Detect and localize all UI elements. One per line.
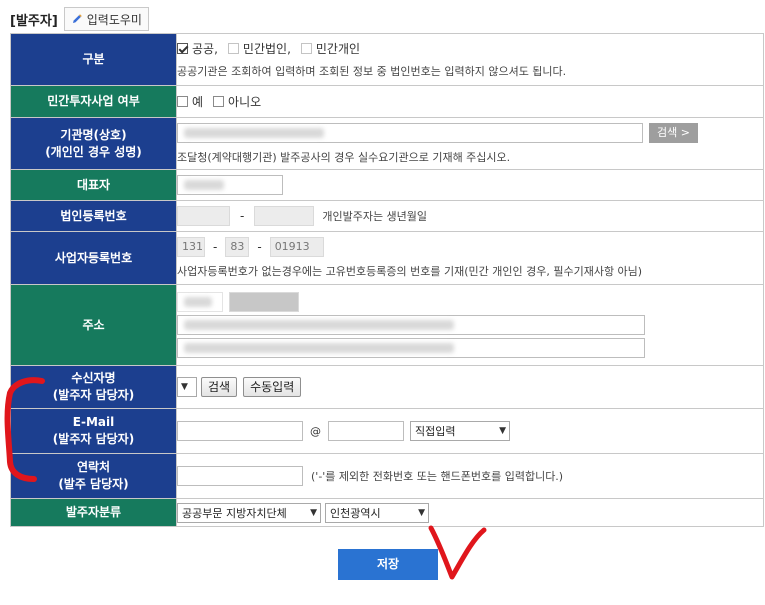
classification-select-2[interactable]: 인천광역시 ▼ (325, 502, 429, 523)
red-checkmark (428, 525, 487, 580)
org-name-note: 조달청(계약대행기관) 발주공사의 경우 실수요기관으로 기재해 주십시오. (177, 150, 511, 164)
section-header: [발주자] 입력도우미 (10, 7, 149, 31)
row-biz-reg-no: 사업자등록번호 131 - 83 - 01913 사업자등록번호가 없는경우에는… (10, 231, 764, 285)
label-contact-line1: 연락처 (76, 460, 111, 474)
chevron-down-icon: ▼ (181, 382, 188, 392)
label-contact: 연락처 (발주 담당자) (10, 453, 177, 499)
row-classification: 발주자분류 공공부문 지방자치단체 ▼ 인천광역시 ▼ (10, 498, 764, 527)
checkbox-public[interactable] (177, 43, 188, 54)
label-org-name-line1: 기관명(상호) (60, 127, 127, 142)
checkbox-private-corp[interactable] (227, 43, 239, 54)
chevron-down-icon: ▼ (310, 507, 317, 518)
row-recipient: 수신자명 (발주자 담당자) ▼ 검색 수동입력 (10, 365, 764, 409)
option-yes-label: 예 (192, 95, 204, 109)
client-form: 구분 공공, 민간법인, 민간개인 공공기관은 조회하여 입력하며 조회된 정보… (10, 33, 764, 527)
row-email: E-Mail (발주자 담당자) @ 직접입력 ▼ (10, 408, 764, 454)
label-recipient: 수신자명 (발주자 담당자) (10, 365, 177, 409)
option-public-label: 공공, (192, 42, 218, 56)
zipcode-input[interactable] (177, 292, 223, 312)
email-at-sign: @ (310, 424, 321, 438)
label-classification: 발주자분류 (10, 498, 177, 527)
biz-reg-no-part1[interactable]: 131 (177, 237, 205, 257)
option-no-label: 아니오 (228, 95, 262, 109)
recipient-search-button[interactable]: 검색 (201, 377, 238, 397)
label-recipient-line2: (발주자 담당자) (52, 388, 135, 402)
representative-input[interactable] (177, 175, 283, 195)
classification-select-1-value: 공공부문 지방자치단체 (182, 506, 287, 520)
label-biz-reg-no: 사업자등록번호 (10, 231, 177, 285)
contact-input[interactable] (177, 466, 303, 486)
label-private-investment: 민간투자사업 여부 (10, 85, 177, 118)
label-org-name-line2: (개인인 경우 성명) (45, 144, 142, 159)
label-org-name: 기관명(상호) (개인인 경우 성명) (10, 117, 177, 170)
save-button[interactable]: 저장 (338, 549, 438, 580)
row-org-name: 기관명(상호) (개인인 경우 성명) 검색 > 조달청(계약대행기관) 발주공… (10, 117, 764, 170)
email-local-input[interactable] (177, 421, 303, 441)
label-contact-line2: (발주 담당자) (58, 477, 129, 491)
org-name-input[interactable] (177, 122, 643, 143)
biz-reg-no-part3[interactable]: 01913 (269, 237, 324, 257)
row-representative: 대표자 (10, 169, 764, 201)
pencil-icon (72, 14, 82, 23)
checkbox-private-individual[interactable] (300, 43, 312, 54)
option-private-corp-label: 민간법인, (242, 42, 291, 56)
email-domain-select-value: 직접입력 (415, 425, 456, 438)
manual-input-button[interactable]: 수동입력 (243, 377, 302, 397)
label-email: E-Mail (발주자 담당자) (10, 408, 177, 454)
row-category: 구분 공공, 민간법인, 민간개인 공공기관은 조회하여 입력하며 조회된 정보… (10, 33, 764, 86)
label-recipient-line1: 수신자명 (71, 371, 116, 385)
classification-select-2-value: 인천광역시 (330, 506, 381, 520)
row-private-investment: 민간투자사업 여부 예 아니오 (10, 85, 764, 118)
label-category: 구분 (10, 33, 177, 86)
checkbox-no[interactable] (213, 96, 225, 107)
corp-reg-separator: - (240, 209, 245, 223)
biz-reg-no-part2[interactable]: 83 (225, 237, 250, 257)
label-corp-reg-no: 법인등록번호 (10, 200, 177, 232)
recipient-select[interactable]: ▼ (177, 377, 197, 397)
label-email-line2: (발주자 담당자) (52, 432, 135, 446)
address-line1-input[interactable] (177, 315, 645, 335)
org-search-button[interactable]: 검색 > (649, 122, 698, 143)
biz-reg-separator-1: - (213, 240, 218, 254)
section-title: [발주자] (10, 13, 58, 29)
label-address: 주소 (10, 284, 177, 366)
corp-reg-no-part1[interactable] (177, 206, 230, 226)
email-domain-select[interactable]: 직접입력 ▼ (410, 421, 510, 441)
row-address: 주소 (10, 284, 764, 366)
category-note: 공공기관은 조회하여 입력하며 조회된 정보 중 법인번호는 입력하지 않으셔도… (177, 65, 567, 78)
row-contact: 연락처 (발주 담당자) ('-'를 제외한 전화번호 또는 핸드폰번호를 입력… (10, 453, 764, 499)
chevron-down-icon: ▼ (418, 507, 425, 518)
row-corp-reg-no: 법인등록번호 - 개인발주자는 생년월일 (10, 200, 764, 232)
biz-reg-note: 사업자등록번호가 없는경우에는 고유번호등록증의 번호를 기재(민간 개인인 경… (177, 265, 643, 278)
corp-reg-note: 개인발주자는 생년월일 (322, 210, 428, 223)
biz-reg-separator-2: - (257, 240, 262, 254)
input-helper-label: 입력도우미 (86, 12, 142, 27)
email-domain-input[interactable] (328, 421, 404, 441)
chevron-down-icon: ▼ (499, 426, 506, 436)
address-line2-input[interactable] (177, 338, 645, 358)
input-helper-button[interactable]: 입력도우미 (63, 7, 149, 31)
corp-reg-no-part2[interactable] (254, 206, 315, 226)
classification-select-1[interactable]: 공공부문 지방자치단체 ▼ (177, 502, 321, 523)
label-email-line1: E-Mail (72, 415, 115, 429)
option-private-individual-label: 민간개인 (315, 42, 361, 56)
contact-note: ('-'를 제외한 전화번호 또는 핸드폰번호를 입력합니다.) (311, 470, 564, 483)
label-representative: 대표자 (10, 169, 177, 201)
checkbox-yes[interactable] (177, 96, 188, 107)
address-search-button[interactable] (229, 292, 299, 312)
